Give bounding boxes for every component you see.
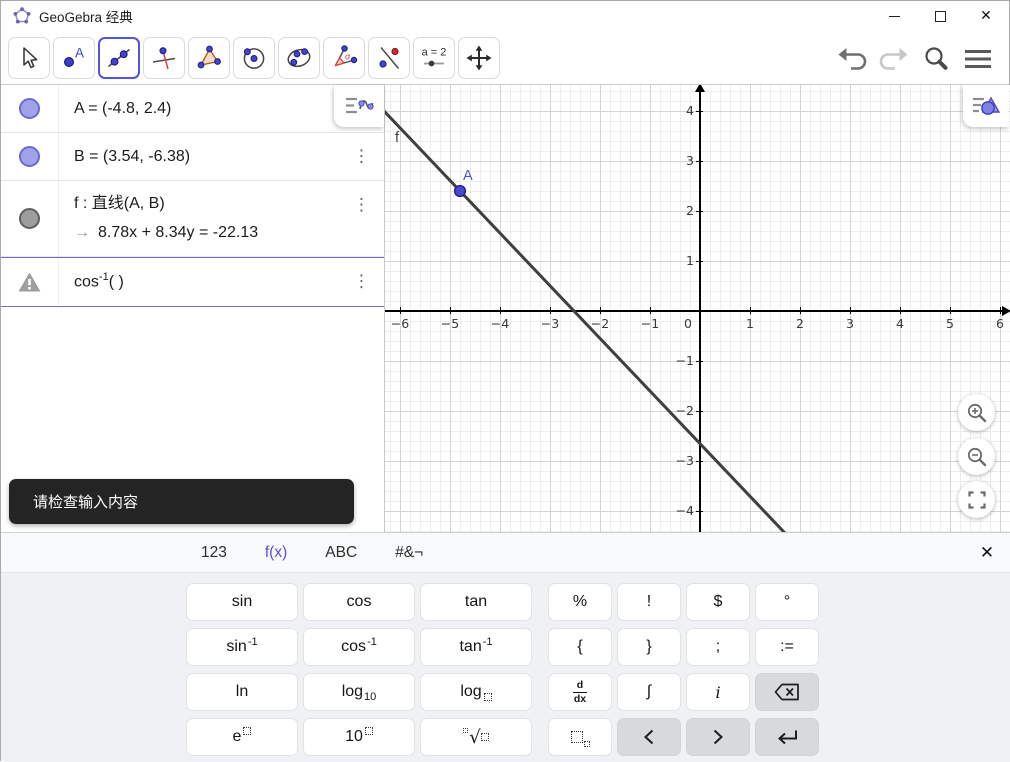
key-brace-open[interactable]: { [548, 628, 612, 666]
key-tan[interactable]: tan [420, 583, 532, 621]
maximize-button[interactable] [917, 1, 963, 31]
key-backspace[interactable] [755, 673, 819, 711]
algebra-expression: cos-1( ) [74, 271, 124, 291]
visibility-marble[interactable] [19, 98, 40, 119]
key-percent[interactable]: % [548, 583, 612, 621]
svg-text:A: A [75, 46, 84, 61]
key-derivative[interactable]: d dx [548, 673, 612, 711]
zoom-in-button[interactable] [958, 394, 995, 431]
key-cos[interactable]: cos [303, 583, 415, 621]
warning-icon [18, 272, 41, 292]
algebra-expression: A = (-4.8, 2.4) [74, 99, 172, 117]
line-tool[interactable] [98, 37, 140, 79]
key-imaginary[interactable]: i [686, 673, 750, 711]
key-e-power[interactable]: e [186, 718, 298, 756]
polygon-tool[interactable] [188, 37, 230, 79]
key-arcsin[interactable]: sin -1 [186, 628, 298, 666]
move-tool[interactable] [8, 37, 50, 79]
reflect-tool[interactable] [368, 37, 410, 79]
key-enter[interactable] [755, 718, 819, 756]
key-brace-close[interactable]: } [617, 628, 681, 666]
row-menu-button[interactable]: ⋮ [353, 148, 370, 165]
key-left-arrow[interactable] [617, 718, 681, 756]
key-ln[interactable]: ln [186, 673, 298, 711]
key-integral[interactable]: ∫ [617, 673, 681, 711]
fullscreen-button[interactable] [958, 481, 995, 518]
graphics-settings-icon [973, 96, 1001, 115]
window-title: GeoGebra 经典 [39, 10, 133, 25]
algebra-row[interactable]: cos-1( ) ⋮ [1, 257, 384, 307]
perpendicular-line-tool[interactable] [143, 37, 185, 79]
line-f[interactable] [385, 85, 960, 532]
zoom-out-icon [967, 447, 986, 466]
search-button[interactable] [922, 41, 950, 77]
close-button[interactable]: ✕ [963, 1, 1009, 31]
key-exclamation[interactable]: ! [617, 583, 681, 621]
undo-button[interactable] [837, 41, 871, 77]
svg-text:α: α [345, 52, 351, 62]
input-error-tooltip: 请检查输入内容 [9, 479, 354, 524]
fullscreen-icon [967, 490, 986, 509]
algebra-settings-button[interactable] [334, 85, 384, 127]
ellipse-tool[interactable] [278, 37, 320, 79]
graphics-settings-button[interactable] [963, 85, 1009, 127]
key-subscript[interactable] [548, 718, 612, 756]
algebra-row[interactable]: f : 直线(A, B) → 8.78x + 8.34y = -22.13 ⋮ [1, 181, 384, 257]
zoom-out-button[interactable] [958, 438, 995, 475]
minimize-button[interactable] [871, 1, 917, 31]
menu-button[interactable] [963, 41, 993, 77]
svg-text:a = 2: a = 2 [422, 47, 447, 59]
algebra-view[interactable]: A = (-4.8, 2.4) B = (3.54, -6.38) ⋮ f : 直线(… [1, 85, 385, 532]
key-ten-power[interactable]: 10 [303, 718, 415, 756]
app-window: GeoGebra 经典 ✕ Aα a = 2 A = (-4.8, 2.4) B =… [0, 0, 1010, 762]
algebra-expression: → 8.78x + 8.34y = -22.13 [74, 224, 259, 241]
algebra-settings-icon [346, 97, 374, 114]
key-logb[interactable]: log [420, 673, 532, 711]
slider-tool[interactable]: a = 2 [413, 37, 455, 79]
move-graphics-tool[interactable] [458, 37, 500, 79]
keyboard-close-button[interactable]: ✕ [974, 540, 1000, 566]
row-menu-button[interactable]: ⋮ [353, 273, 370, 291]
key-nroot[interactable]: √ [420, 718, 532, 756]
key-arccos[interactable]: cos -1 [303, 628, 415, 666]
key-right-arrow[interactable] [686, 718, 750, 756]
visibility-marble[interactable] [19, 146, 40, 167]
redo-button[interactable] [875, 41, 909, 77]
tab-fx[interactable]: f(x) [257, 544, 295, 562]
key-arctan[interactable]: tan -1 [420, 628, 532, 666]
point-A[interactable] [453, 184, 467, 198]
angle-tool[interactable]: α [323, 37, 365, 79]
algebra-row[interactable]: B = (3.54, -6.38) ⋮ [1, 133, 384, 181]
point-A-label: A [463, 168, 473, 184]
tab-abc[interactable]: ABC [317, 544, 365, 562]
virtual-keyboard: 123 f(x) ABC #&¬ ✕ sin cos tan%! $ ° sin -1 cos -1 ta… [1, 532, 1010, 762]
circle-tool[interactable] [233, 37, 275, 79]
key-sin[interactable]: sin [186, 583, 298, 621]
algebra-expression: f : 直线(A, B) [74, 195, 165, 212]
tab-123[interactable]: 123 [193, 544, 235, 562]
algebra-row[interactable]: A = (-4.8, 2.4) [1, 85, 384, 133]
point-tool[interactable]: A [53, 37, 95, 79]
geogebra-logo-icon [13, 7, 31, 25]
titlebar: GeoGebra 经典 ✕ [1, 1, 1009, 31]
row-menu-button[interactable]: ⋮ [353, 197, 370, 214]
visibility-marble[interactable] [19, 208, 40, 229]
algebra-expression: B = (3.54, -6.38) [74, 147, 191, 165]
key-semicolon[interactable]: ; [686, 628, 750, 666]
graphics-view[interactable]: −6 −5 −4 −3 −2 −1 0 1 2 3 4 5 6 −4 −3 −2 −1 1 2 3 4 fA [385, 85, 1010, 532]
toolbar: Aα a = 2 [1, 31, 1009, 85]
line-f-label: f [395, 130, 400, 146]
key-degree[interactable]: ° [755, 583, 819, 621]
zoom-in-icon [967, 403, 986, 422]
key-log10[interactable]: log 10 [303, 673, 415, 711]
tab-special[interactable]: #&¬ [387, 544, 431, 562]
key-assign[interactable]: := [755, 628, 819, 666]
key-dollar[interactable]: $ [686, 583, 750, 621]
